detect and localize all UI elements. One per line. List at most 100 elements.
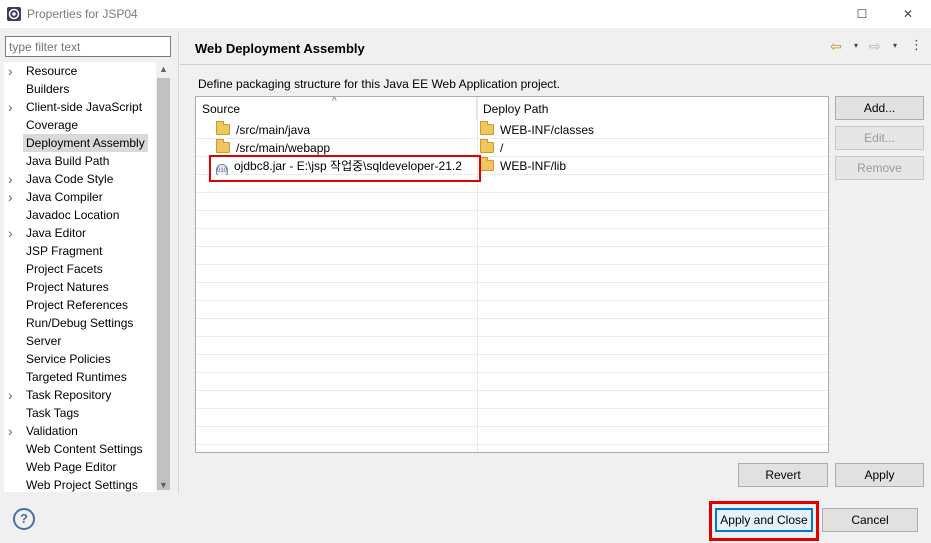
- page-title: Web Deployment Assembly: [195, 41, 365, 56]
- tree-item-label: Task Tags: [26, 406, 80, 420]
- help-icon[interactable]: ?: [13, 508, 35, 530]
- tree-item-label: Web Content Settings: [26, 442, 143, 456]
- tree-item[interactable]: JSP Fragment: [4, 242, 154, 260]
- tree-item[interactable]: › Java Editor: [4, 224, 154, 242]
- tree-item-label: Coverage: [26, 118, 79, 132]
- tree-item-label: Web Project Settings: [26, 478, 138, 492]
- tree-item[interactable]: Service Policies: [4, 350, 154, 368]
- tree-item[interactable]: Java Build Path: [4, 152, 154, 170]
- tree-item[interactable]: Web Content Settings: [4, 440, 154, 458]
- revert-button[interactable]: Revert: [738, 463, 828, 487]
- empty-table-row: [196, 265, 828, 283]
- source-path-text: /src/main/webapp: [236, 141, 331, 155]
- deploy-path-cell[interactable]: WEB-INF/classes: [480, 121, 820, 139]
- empty-table-row: [196, 391, 828, 409]
- tree-item[interactable]: Targeted Runtimes: [4, 368, 154, 386]
- forward-dropdown-icon[interactable]: ▾: [893, 41, 897, 50]
- tree-item-label: Web Page Editor: [26, 460, 117, 474]
- tree-item[interactable]: Deployment Assembly: [4, 134, 154, 152]
- tree-item[interactable]: Web Page Editor: [4, 458, 154, 476]
- expand-chevron-icon[interactable]: ›: [8, 422, 20, 440]
- tree-item[interactable]: Task Tags: [4, 404, 154, 422]
- edit-button[interactable]: Edit...: [835, 126, 924, 150]
- tree-item[interactable]: › Validation: [4, 422, 154, 440]
- empty-table-row: [196, 193, 828, 211]
- tree-item-label: Client-side JavaScript: [26, 100, 143, 114]
- expand-chevron-icon[interactable]: ›: [8, 98, 20, 116]
- folder-icon: [480, 157, 494, 171]
- tree-item[interactable]: Run/Debug Settings: [4, 314, 154, 332]
- empty-table-row: [196, 247, 828, 265]
- tree-item[interactable]: Project Facets: [4, 260, 154, 278]
- expand-chevron-icon[interactable]: ›: [8, 386, 20, 404]
- empty-table-row: [196, 301, 828, 319]
- folder-icon: [480, 121, 494, 135]
- tree-item[interactable]: Project References: [4, 296, 154, 314]
- close-icon: ✕: [902, 7, 914, 21]
- back-arrow-icon[interactable]: ⇦: [830, 38, 842, 55]
- tree-item[interactable]: Server: [4, 332, 154, 350]
- tree-item-label: Java Compiler: [26, 190, 103, 204]
- properties-dialog: Properties for JSP04 ☐ ✕ › Resource Builde…: [0, 0, 931, 543]
- expand-chevron-icon[interactable]: ›: [8, 62, 20, 80]
- empty-table-row: [196, 373, 828, 391]
- empty-table-row: [196, 409, 828, 427]
- expand-chevron-icon[interactable]: ›: [8, 188, 20, 206]
- tree-item-label: Service Policies: [26, 352, 111, 366]
- scroll-up-icon[interactable]: ▲: [156, 62, 171, 76]
- maximize-button[interactable]: ☐: [839, 0, 885, 28]
- column-header-deploy-path[interactable]: Deploy Path: [477, 97, 828, 121]
- tree-item[interactable]: › Task Repository: [4, 386, 154, 404]
- deploy-path-text: WEB-INF/classes: [500, 123, 595, 137]
- tree-item-label: Validation: [26, 424, 78, 438]
- tree-item-label: Server: [26, 334, 62, 348]
- tree-item-label: Java Editor: [26, 226, 87, 240]
- tree-scrollbar[interactable]: ▲ ▼: [156, 62, 171, 492]
- tree-item[interactable]: Coverage: [4, 116, 154, 134]
- scrollbar-thumb[interactable]: [157, 78, 170, 490]
- maximize-icon: ☐: [856, 7, 868, 21]
- close-button[interactable]: ✕: [885, 0, 931, 28]
- scroll-down-icon[interactable]: ▼: [156, 478, 171, 492]
- tree-item[interactable]: Web Project Settings: [4, 476, 154, 492]
- tree-item[interactable]: Javadoc Location: [4, 206, 154, 224]
- expand-chevron-icon[interactable]: ›: [8, 170, 20, 188]
- tree-item-label: Task Repository: [26, 388, 112, 402]
- table-row[interactable]: /src/main/java WEB-INF/classes: [196, 121, 828, 139]
- tree-item-label: Project References: [26, 298, 129, 312]
- tree-item[interactable]: › Resource: [4, 62, 154, 80]
- back-dropdown-icon[interactable]: ▾: [854, 41, 858, 50]
- filter-input[interactable]: [5, 36, 171, 57]
- tree-item[interactable]: › Client-side JavaScript: [4, 98, 154, 116]
- remove-button[interactable]: Remove: [835, 156, 924, 180]
- add-button[interactable]: Add...: [835, 96, 924, 120]
- panel-splitter[interactable]: [178, 32, 179, 494]
- folder-icon: [216, 139, 230, 153]
- tree-item[interactable]: Project Natures: [4, 278, 154, 296]
- tree-item-label: Builders: [26, 82, 70, 96]
- tree-item[interactable]: › Java Code Style: [4, 170, 154, 188]
- annotation-highlight-apply-close: [709, 501, 819, 541]
- empty-table-row: [196, 211, 828, 229]
- apply-button[interactable]: Apply: [835, 463, 924, 487]
- tree-item-label: Targeted Runtimes: [26, 370, 127, 384]
- deployment-assembly-table[interactable]: ^ Source Deploy Path /src/main/java WEB-I…: [195, 96, 829, 453]
- source-cell[interactable]: /src/main/java: [216, 121, 476, 139]
- column-header-source[interactable]: ^ Source: [196, 97, 477, 121]
- tree-item-label: Run/Debug Settings: [26, 316, 134, 330]
- view-menu-icon[interactable]: ⋮: [910, 37, 923, 53]
- eclipse-app-icon: [7, 7, 21, 21]
- forward-arrow-icon[interactable]: ⇨: [869, 38, 881, 55]
- deploy-path-cell[interactable]: WEB-INF/lib: [480, 157, 820, 175]
- empty-table-row: [196, 229, 828, 247]
- tree-item-label: Project Facets: [26, 262, 103, 276]
- empty-table-row: [196, 427, 828, 445]
- tree-item[interactable]: › Java Compiler: [4, 188, 154, 206]
- title-bar: Properties for JSP04 ☐ ✕: [0, 0, 931, 28]
- tree-item[interactable]: Builders: [4, 80, 154, 98]
- empty-table-row: [196, 355, 828, 373]
- cancel-button[interactable]: Cancel: [822, 508, 918, 532]
- deploy-path-cell[interactable]: /: [480, 139, 820, 157]
- property-page-tree: › Resource Builders › Client-side JavaScript…: [4, 62, 156, 492]
- expand-chevron-icon[interactable]: ›: [8, 224, 20, 242]
